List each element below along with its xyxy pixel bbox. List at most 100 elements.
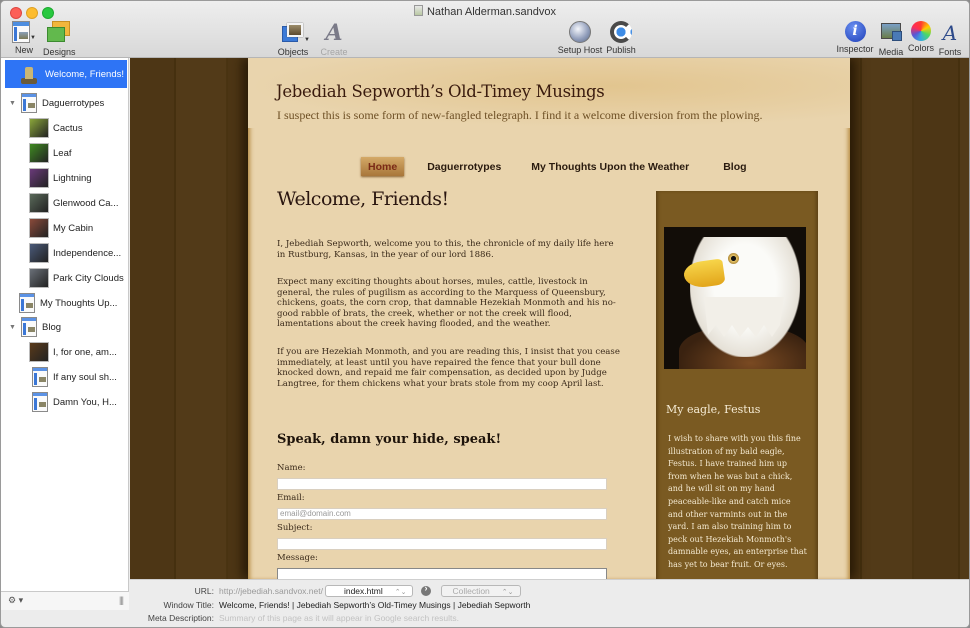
inspector-label: Inspector xyxy=(836,44,874,54)
dropdown-arrow-icon: ▼ xyxy=(30,35,36,41)
window-title: Nathan Alderman.sandvox xyxy=(1,5,969,18)
sidebar-item[interactable]: Cactus xyxy=(29,117,83,139)
collection-popup[interactable]: Collection ⌃⌄ xyxy=(441,584,521,597)
sidebar-item-label: Blog xyxy=(42,321,62,333)
nav-blog[interactable]: Blog xyxy=(716,157,753,176)
dropdown-arrow-icon: ▼ xyxy=(304,37,310,43)
colors-label: Colors xyxy=(907,43,934,53)
sidebar-item-label: Daguerrotypes xyxy=(42,97,105,109)
paragraph[interactable]: If you are Hezekiah Monmoth, and you are… xyxy=(277,347,622,389)
pagelet-text[interactable]: I wish to share with you this fine illus… xyxy=(668,433,808,572)
photo-thumbnail-icon xyxy=(29,118,49,138)
sidebar-item-label: Welcome, Friends! xyxy=(45,68,125,80)
email-input[interactable]: email@domain.com xyxy=(277,508,607,520)
fonts-icon: A xyxy=(942,21,958,45)
sidebar-item[interactable]: My Cabin xyxy=(29,217,93,239)
new-label: New xyxy=(14,45,33,55)
go-arrow-icon[interactable] xyxy=(421,583,432,596)
page-heading[interactable]: Welcome, Friends! xyxy=(277,188,622,210)
site-page: Jebediah Sepworth’s Old-Timey Musings I … xyxy=(248,58,850,579)
sidebar-item-label: Leaf xyxy=(53,147,72,159)
sidebar-item[interactable]: Leaf xyxy=(29,142,72,164)
sidebar-item-label: Damn You, H... xyxy=(53,396,117,408)
objects-button[interactable]: ▼ Objects xyxy=(276,21,310,57)
colors-button[interactable]: Colors xyxy=(906,21,936,53)
create-link-icon: A xyxy=(325,20,343,46)
name-input[interactable] xyxy=(277,478,607,490)
sidebar-item[interactable]: ▼ Daguerrotypes xyxy=(9,92,104,114)
sidebar-item[interactable]: I, for one, am... xyxy=(29,341,117,363)
designs-button[interactable]: Designs xyxy=(43,21,76,57)
name-label: Name: xyxy=(277,463,306,473)
page-details-bar: URL: http://jebediah.sandvox.net/ index.… xyxy=(130,579,969,627)
subject-input[interactable] xyxy=(277,538,607,550)
designs-icon xyxy=(46,21,72,45)
sidebar-item[interactable]: Damn You, H... xyxy=(29,391,117,413)
sidebar-item[interactable]: Park City Clouds xyxy=(29,267,124,289)
fonts-button[interactable]: A Fonts xyxy=(937,21,963,57)
new-button[interactable]: ▼ New xyxy=(10,21,38,55)
sidebar-item[interactable]: Lightning xyxy=(29,167,92,189)
message-textarea[interactable] xyxy=(277,568,607,579)
window-title-field[interactable]: Welcome, Friends! | Jebediah Sepworth’s … xyxy=(219,600,530,610)
nav-weather[interactable]: My Thoughts Upon the Weather xyxy=(524,157,696,176)
photo-thumbnail-icon xyxy=(29,193,49,213)
publish-icon xyxy=(610,21,632,43)
collection-value: Collection xyxy=(452,585,490,596)
window-title-label: Window Title: xyxy=(163,599,214,610)
media-button[interactable]: Media xyxy=(877,21,905,57)
sidebar-item-label: My Cabin xyxy=(53,222,94,234)
photo-thumbnail-icon xyxy=(29,268,49,288)
sidebar-item[interactable]: ▼ Blog xyxy=(9,316,61,338)
sidebar-item-label: Cactus xyxy=(53,122,83,134)
site-tagline[interactable]: I suspect this is some form of new-fangl… xyxy=(277,108,763,123)
info-icon: i xyxy=(844,21,866,42)
filename-popup[interactable]: index.html ⌃⌄ xyxy=(324,584,414,597)
subject-label: Subject: xyxy=(277,523,313,533)
document-icon xyxy=(413,5,423,16)
photo-thumbnail-icon xyxy=(29,168,49,188)
new-page-icon xyxy=(12,21,30,43)
gear-menu-icon[interactable]: ⚙ ▾ xyxy=(8,595,23,606)
media-label: Media xyxy=(878,47,904,57)
page-thumbnail-icon xyxy=(21,317,37,337)
sidebar-item[interactable]: Independence... xyxy=(29,242,121,264)
sidebar-item-home[interactable]: Welcome, Friends! xyxy=(5,60,127,90)
main-content: Welcome, Friends! I, Jebediah Sepworth, … xyxy=(277,188,622,579)
page-thumbnail-icon xyxy=(19,293,35,313)
window-title-text: Nathan Alderman.sandvox xyxy=(426,6,557,18)
publish-button[interactable]: Publish xyxy=(605,21,637,55)
pagelet-title[interactable]: My eagle, Festus xyxy=(666,403,760,416)
paragraph[interactable]: I, Jebediah Sepworth, welcome you to thi… xyxy=(277,239,622,260)
app-window: Nathan Alderman.sandvox ▼ New Designs ▼ … xyxy=(0,0,970,628)
sidebar-item[interactable]: Glenwood Ca... xyxy=(29,192,118,214)
meta-description-field[interactable]: Summary of this page as it will appear i… xyxy=(219,613,459,623)
sidebar-footer: ⚙ ▾ ||| xyxy=(1,591,129,610)
inspector-button[interactable]: i Inspector xyxy=(836,21,874,54)
site-title[interactable]: Jebediah Sepworth’s Old-Timey Musings xyxy=(276,82,605,101)
sidebar-item-label: Independence... xyxy=(53,247,122,259)
paragraph[interactable]: Expect many exciting thoughts about hors… xyxy=(277,277,622,330)
setup-host-button[interactable]: Setup Host xyxy=(557,21,603,55)
sidebar-item[interactable]: If any soul sh... xyxy=(29,366,117,388)
url-label: URL: xyxy=(194,585,214,596)
sidebar-pagelet: My eagle, Festus I wish to share with yo… xyxy=(656,191,818,579)
sidebar-item-label: My Thoughts Up... xyxy=(40,297,118,309)
disclosure-triangle-icon[interactable]: ▼ xyxy=(9,100,19,107)
meta-description-label: Meta Description: xyxy=(147,612,214,623)
nav-home[interactable]: Home xyxy=(361,157,405,176)
resize-grip-icon[interactable]: ||| xyxy=(119,595,124,605)
disclosure-triangle-icon[interactable]: ▼ xyxy=(9,324,19,331)
photo-thumbnail-icon xyxy=(29,342,49,362)
setup-host-label: Setup Host xyxy=(557,45,603,55)
url-base: http://jebediah.sandvox.net/ xyxy=(219,585,323,596)
site-outline-sidebar: Welcome, Friends! ▼ Daguerrotypes Cactus Le… xyxy=(1,58,129,610)
eagle-photo[interactable] xyxy=(664,227,806,369)
contact-form-heading: Speak, damn your hide, speak! xyxy=(277,432,502,447)
page-thumbnail-icon xyxy=(32,392,48,412)
globe-icon xyxy=(569,21,591,43)
filename-value: index.html xyxy=(343,585,383,596)
message-label: Message: xyxy=(277,553,318,563)
sidebar-item[interactable]: My Thoughts Up... xyxy=(19,292,117,314)
nav-daguerrotypes[interactable]: Daguerrotypes xyxy=(420,157,508,176)
